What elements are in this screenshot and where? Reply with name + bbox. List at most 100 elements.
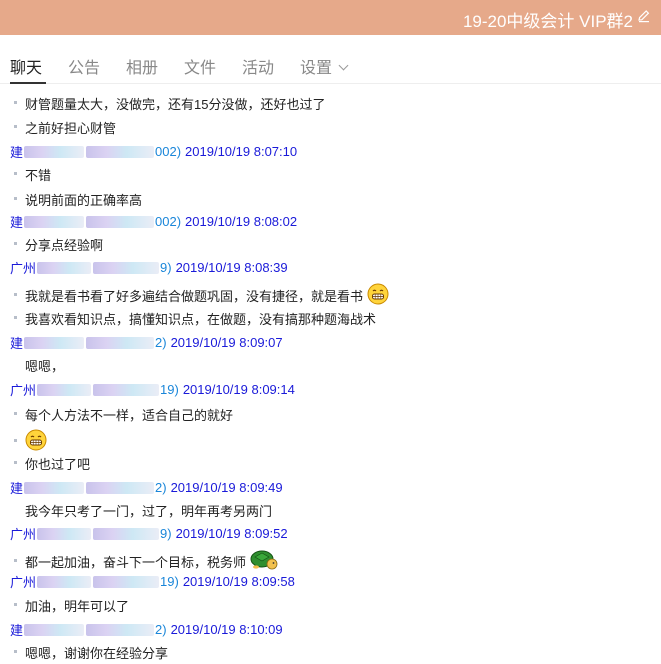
- message-meta: 广州 19) 2019/10/19 8:09:14: [10, 380, 295, 399]
- message-content: 之前好担心财管: [25, 121, 117, 136]
- grin-emoji: [367, 283, 389, 308]
- message-content: 都一起加油，奋斗下一个目标，税务师: [25, 555, 247, 570]
- tab-announcement[interactable]: 公告: [68, 54, 100, 78]
- bullet-dot: [14, 197, 17, 200]
- sender-name[interactable]: 广州: [10, 258, 36, 277]
- redacted-id: [86, 481, 155, 494]
- bullet-dot: [14, 316, 17, 319]
- message-text: 不错: [14, 165, 51, 184]
- message-text: 都一起加油，奋斗下一个目标，税务师: [14, 550, 278, 573]
- message-meta: 建 002) 2019/10/19 8:08:02: [10, 212, 297, 231]
- redacted-name: [37, 575, 92, 588]
- active-tab-indicator: [10, 82, 46, 84]
- bullet-dot: [14, 172, 17, 175]
- message-text: [14, 429, 47, 454]
- tab-files[interactable]: 文件: [184, 54, 216, 78]
- chevron-down-icon: [338, 60, 349, 71]
- message-text: 之前好担心财管: [14, 118, 116, 137]
- message-text: 我就是看书看了好多遍结合做题巩固，没有捷径，就是看书: [14, 283, 389, 308]
- tab-settings[interactable]: 设置: [300, 54, 349, 78]
- tab-album[interactable]: 相册: [126, 54, 158, 78]
- bullet-dot: [14, 125, 17, 128]
- message-time: 2019/10/19 8:07:10: [185, 144, 298, 159]
- message-content: 我今年只考了一门，过了，明年再考另两门: [25, 504, 273, 519]
- message-time: 2019/10/19 8:09:07: [170, 335, 283, 350]
- redacted-id: [93, 575, 160, 588]
- message-meta: 建 2) 2019/10/19 8:09:49: [10, 478, 283, 497]
- message-time: 2019/10/19 8:09:58: [182, 574, 295, 589]
- redacted-id: [93, 261, 160, 274]
- sender-id[interactable]: 002): [155, 144, 181, 159]
- message-meta: 广州 19) 2019/10/19 8:09:58: [10, 572, 295, 591]
- redacted-name: [24, 623, 85, 636]
- redacted-id: [86, 623, 155, 636]
- redacted-id: [86, 145, 155, 158]
- message-meta: 建 2) 2019/10/19 8:10:09: [10, 620, 283, 639]
- message-text: 说明前面的正确率高: [14, 190, 142, 209]
- message-time: 2019/10/19 8:09:14: [182, 382, 295, 397]
- message-text: 我今年只考了一门，过了，明年再考另两门: [25, 501, 272, 520]
- message-content: 财管题量太大，没做完，还有15分没做，还好也过了: [25, 97, 326, 112]
- bullet-dot: [14, 559, 17, 562]
- redacted-id: [86, 215, 155, 228]
- message-meta: 广州 9) 2019/10/19 8:09:52: [10, 524, 288, 543]
- redacted-name: [24, 481, 85, 494]
- sender-name[interactable]: 建: [10, 333, 23, 352]
- message-content: 嗯嗯，: [25, 359, 65, 374]
- redacted-name: [24, 145, 85, 158]
- sender-id[interactable]: 9): [160, 260, 172, 275]
- tab-bar: 聊天 公告 相册 文件 活动 设置: [0, 35, 661, 84]
- sender-name[interactable]: 建: [10, 478, 23, 497]
- message-time: 2019/10/19 8:08:39: [175, 260, 288, 275]
- tab-activity[interactable]: 活动: [242, 54, 274, 78]
- bullet-dot: [14, 412, 17, 415]
- turtle-emoji: [250, 550, 278, 573]
- edit-icon[interactable]: [637, 9, 651, 23]
- message-content: 加油，明年可以了: [25, 599, 130, 614]
- message-content: 说明前面的正确率高: [25, 193, 143, 208]
- sender-name[interactable]: 广州: [10, 524, 36, 543]
- message-content: 我就是看书看了好多遍结合做题巩固，没有捷径，就是看书: [25, 289, 364, 304]
- message-text: 加油，明年可以了: [14, 596, 129, 615]
- message-text: 分享点经验啊: [14, 235, 103, 254]
- message-content: 你也过了吧: [25, 457, 91, 472]
- bullet-dot: [14, 101, 17, 104]
- sender-id[interactable]: 19): [160, 574, 179, 589]
- sender-id[interactable]: 002): [155, 214, 181, 229]
- bullet-dot: [14, 603, 17, 606]
- message-content: 我喜欢看知识点，搞懂知识点，在做题，没有搞那种题海战术: [25, 312, 377, 327]
- title-bar: 19-20中级会计 VIP群2: [0, 0, 661, 35]
- bullet-dot: [14, 242, 17, 245]
- sender-id[interactable]: 19): [160, 382, 179, 397]
- sender-id[interactable]: 9): [160, 526, 172, 541]
- message-text: 每个人方法不一样，适合自己的就好: [14, 405, 233, 424]
- message-content: 分享点经验啊: [25, 238, 104, 253]
- redacted-name: [24, 336, 85, 349]
- message-meta: 建 002) 2019/10/19 8:07:10: [10, 142, 297, 161]
- message-content: 嗯嗯，谢谢你在经验分享: [25, 646, 169, 661]
- message-text: 嗯嗯，谢谢你在经验分享: [14, 643, 168, 662]
- grin-emoji: [25, 429, 47, 454]
- tab-chat[interactable]: 聊天: [10, 54, 42, 78]
- redacted-name: [37, 527, 92, 540]
- message-meta: 建 2) 2019/10/19 8:09:07: [10, 333, 283, 352]
- redacted-id: [86, 336, 155, 349]
- sender-name[interactable]: 广州: [10, 572, 36, 591]
- tab-settings-label: 设置: [300, 60, 333, 77]
- bullet-dot: [14, 461, 17, 464]
- redacted-id: [93, 383, 160, 396]
- message-time: 2019/10/19 8:09:52: [175, 526, 288, 541]
- sender-id[interactable]: 2): [155, 335, 167, 350]
- sender-name[interactable]: 广州: [10, 380, 36, 399]
- redacted-name: [24, 215, 85, 228]
- message-text: 嗯嗯，: [25, 356, 64, 375]
- group-title: 19-20中级会计 VIP群2: [462, 12, 633, 31]
- sender-name[interactable]: 建: [10, 620, 23, 639]
- redacted-id: [93, 527, 160, 540]
- sender-id[interactable]: 2): [155, 480, 167, 495]
- sender-name[interactable]: 建: [10, 212, 23, 231]
- sender-id[interactable]: 2): [155, 622, 167, 637]
- bullet-dot: [14, 439, 17, 442]
- sender-name[interactable]: 建: [10, 142, 23, 161]
- bullet-dot: [14, 293, 17, 296]
